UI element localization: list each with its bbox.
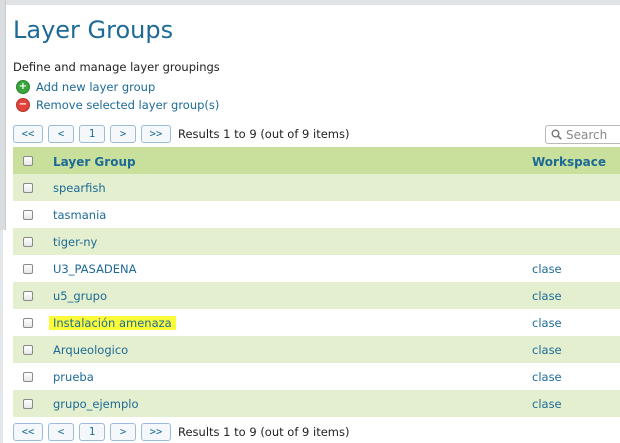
layer-group-cell: prueba [43,370,532,384]
layer-group-link[interactable]: prueba [53,370,94,384]
layer-group-link[interactable]: u5_grupo [53,289,107,303]
layer-group-cell: tiger-ny [43,235,532,249]
row-select-cell [13,398,43,409]
pager-page-button[interactable]: 1 [79,125,105,143]
table-row: u5_grupo clase [13,282,620,309]
row-checkbox[interactable] [23,236,33,247]
layer-group-cell: u5_grupo [43,289,532,303]
row-checkbox[interactable] [23,371,33,382]
workspace-cell: clase [532,316,620,330]
layer-group-cell: grupo_ejemplo [43,397,532,411]
pager-results-text: Results 1 to 9 (out of 9 items) [178,127,350,141]
workspace-link[interactable]: clase [532,397,562,411]
remove-layer-groups-label: Remove selected layer group(s) [36,98,220,112]
add-layer-group-link[interactable]: + Add new layer group [16,80,155,94]
column-header-workspace[interactable]: Workspace [532,151,620,170]
workspace-cell: clase [532,370,620,384]
row-select-cell [13,236,43,247]
row-select-cell [13,344,43,355]
layer-group-link[interactable]: spearfish [53,181,106,195]
layer-group-link[interactable]: tiger-ny [53,235,97,249]
row-checkbox[interactable] [23,263,33,274]
page-description: Define and manage layer groupings [13,60,220,74]
page-title: Layer Groups [13,16,174,44]
remove-layer-groups-link[interactable]: − Remove selected layer group(s) [16,98,219,112]
workspace-cell: clase [532,343,620,357]
workspace-link[interactable]: clase [532,316,562,330]
column-header-layer-group[interactable]: Layer Group [43,151,532,170]
table-header: Layer Group Workspace [13,147,620,174]
table-row: U3_PASADENA clase [13,255,620,282]
table-row: Instalación amenaza clase [13,309,620,336]
table-row: tiger-ny [13,228,620,255]
pager-page-button[interactable]: 1 [79,423,105,441]
layer-group-cell: Arqueologico [43,343,532,357]
row-select-cell [13,371,43,382]
pager-top: << < 1 > >> Results 1 to 9 (out of 9 ite… [13,125,349,143]
pager-bottom: << < 1 > >> Results 1 to 9 (out of 9 ite… [13,423,349,441]
layer-group-link[interactable]: Arqueologico [53,343,128,357]
workspace-link[interactable]: clase [532,343,562,357]
pager-first-button[interactable]: << [13,423,43,441]
workspace-cell: clase [532,397,620,411]
row-checkbox[interactable] [23,209,33,220]
table-row: Arqueologico clase [13,336,620,363]
row-checkbox[interactable] [23,290,33,301]
window-left-edge-lower [0,230,3,443]
layer-group-cell: tasmania [43,208,532,222]
workspace-cell: clase [532,262,620,276]
pager-prev-button[interactable]: < [48,125,74,143]
row-select-cell [13,182,43,193]
pager-next-button[interactable]: > [110,423,136,441]
row-checkbox[interactable] [23,344,33,355]
minus-circle-icon: − [16,98,30,112]
workspace-link[interactable]: clase [532,262,562,276]
pager-last-button[interactable]: >> [141,423,171,441]
layer-group-link[interactable]: grupo_ejemplo [53,397,138,411]
pager-results-text: Results 1 to 9 (out of 9 items) [178,425,350,439]
layer-group-link[interactable]: Instalación amenaza [49,315,176,330]
row-select-cell [13,317,43,328]
search-input[interactable] [566,127,620,142]
select-all-cell [13,155,43,166]
table-row: prueba clase [13,363,620,390]
table-row: grupo_ejemplo clase [13,390,620,417]
workspace-link[interactable]: clase [532,289,562,303]
row-select-cell [13,263,43,274]
pager-prev-button[interactable]: < [48,423,74,441]
layer-group-cell: U3_PASADENA [43,262,532,276]
search-box[interactable] [545,125,620,144]
row-checkbox[interactable] [23,398,33,409]
layer-groups-table: Layer Group Workspace spearfish tasmania t… [13,147,620,417]
row-checkbox[interactable] [23,182,33,193]
window-top-edge [0,0,620,5]
layer-group-link[interactable]: tasmania [53,208,106,222]
row-select-cell [13,209,43,220]
magnifier-icon [551,125,562,144]
workspace-cell: clase [532,289,620,303]
row-select-cell [13,290,43,301]
table-body: spearfish tasmania tiger-ny U3_PASADENA clas… [13,174,620,417]
table-row: spearfish [13,174,620,201]
pager-last-button[interactable]: >> [141,125,171,143]
layer-group-link[interactable]: U3_PASADENA [53,262,137,276]
layer-group-cell: spearfish [43,181,532,195]
add-layer-group-label: Add new layer group [36,80,156,94]
pager-next-button[interactable]: > [110,125,136,143]
layer-group-cell: Instalación amenaza [43,315,532,330]
table-row: tasmania [13,201,620,228]
window-left-edge [0,0,6,230]
row-checkbox[interactable] [23,317,33,328]
workspace-link[interactable]: clase [532,370,562,384]
select-all-checkbox[interactable] [23,155,33,166]
pager-first-button[interactable]: << [13,125,43,143]
plus-circle-icon: + [16,80,30,94]
